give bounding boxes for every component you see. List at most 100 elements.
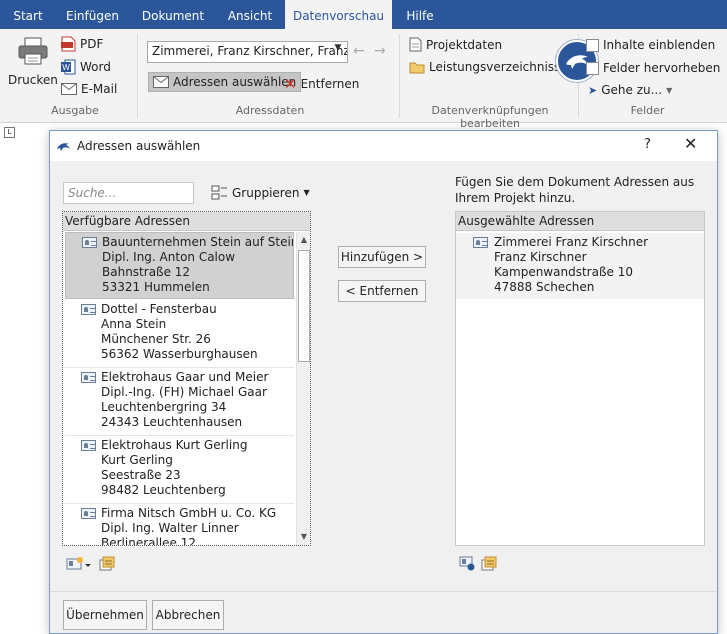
list-scrollbar[interactable]: ▲ ▼ (296, 232, 310, 545)
chevron-down-icon: ▼ (303, 188, 310, 197)
dialog-title: Adressen auswählen (77, 139, 201, 153)
group-label-ausgabe: Ausgabe (51, 104, 99, 117)
refresh-address-button[interactable] (459, 556, 475, 571)
ok-button[interactable]: Übernehmen (63, 600, 147, 630)
email-button[interactable]: E-Mail (61, 82, 117, 96)
contact-card-icon (81, 508, 96, 519)
item-line: Zimmerei Franz Kirschner (494, 235, 649, 249)
group-label-felder: Felder (630, 104, 665, 117)
selected-header: Ausgewählte Adressen (456, 212, 704, 231)
ribbon-tab-bar: Start Einfügen Dokument Ansicht Datenvor… (0, 0, 727, 29)
checkbox-hervorheben[interactable] (586, 61, 599, 75)
checkbox-inhalte[interactable] (586, 38, 599, 52)
arrow-right-icon: ➤ (588, 83, 598, 97)
tab-datenvorschau[interactable]: Datenvorschau (285, 0, 392, 29)
list-item[interactable]: Firma Nitsch GmbH u. Co. KG Dipl. Ing. W… (65, 504, 294, 545)
scroll-up-icon[interactable]: ▲ (298, 233, 310, 247)
item-line: Elektrohaus Kurt Gerling (101, 438, 248, 452)
selected-address-list[interactable]: Ausgewählte Adressen Zimmerei Franz Kirs… (455, 211, 705, 546)
available-items: Bauunternehmen Stein auf Stein... Dipl. … (63, 232, 295, 545)
back-arrow-icon[interactable]: ← (353, 43, 365, 59)
item-line: 98482 Leuchtenberg (101, 483, 226, 497)
contact-card-icon (81, 440, 96, 451)
print-button[interactable]: Drucken (8, 37, 58, 87)
email-label: E-Mail (81, 82, 118, 96)
projektdaten-label: Projektdaten (426, 37, 503, 52)
item-line: Kampenwandstraße 10 (494, 265, 633, 279)
list-item[interactable]: Bauunternehmen Stein auf Stein... Dipl. … (65, 232, 294, 299)
item-line: Firma Nitsch GmbH u. Co. KG (101, 506, 277, 520)
forward-arrow-icon[interactable]: → (374, 43, 386, 59)
chevron-down-icon: ▼ (666, 85, 673, 95)
group-button[interactable]: Gruppieren ▼ (211, 185, 310, 200)
felder-hervorheben-label: Felder hervorheben (603, 61, 721, 75)
add-contact-icon (66, 557, 91, 570)
felder-hervorheben-toggle[interactable]: Felder hervorheben (586, 61, 720, 75)
item-line: Dipl.-Ing. (FH) Michael Gaar (101, 385, 267, 399)
new-address-button[interactable] (66, 557, 92, 570)
item-line: 56362 Wasserburghausen (101, 347, 258, 361)
item-line: 47888 Schechen (494, 280, 595, 294)
leistungsverzeichnisse-label: Leistungsverzeichnisse (429, 60, 568, 74)
item-line: Dottel - Fensterbau (101, 302, 217, 316)
pdf-label: PDF (80, 37, 104, 51)
word-button[interactable]: W Word (61, 59, 111, 75)
item-line: 53321 Hummelen (102, 280, 210, 294)
tab-ansicht[interactable]: Ansicht (217, 0, 283, 29)
select-addresses-label: Adressen auswählen (173, 75, 297, 89)
folder-icon (409, 62, 425, 74)
scroll-down-icon[interactable]: ▼ (298, 530, 310, 544)
pdf-button[interactable]: PDF (61, 36, 103, 52)
address-combo[interactable]: Zimmerei, Franz Kirschner, Franz Kirschn… (147, 41, 348, 63)
remove-button[interactable]: < Entfernen (338, 280, 426, 302)
help-button[interactable]: ? (644, 137, 651, 152)
ruler-tab-selector[interactable]: L (4, 127, 15, 138)
printer-icon (18, 37, 48, 65)
available-header: Verfügbare Adressen (63, 212, 310, 231)
list-item[interactable]: Elektrohaus Kurt Gerling Kurt Gerling Se… (65, 436, 294, 504)
dialog-titlebar: Adressen auswählen ? ✕ (50, 131, 717, 161)
projektdaten-button[interactable]: Projektdaten (409, 37, 502, 52)
contact-card-icon (81, 304, 96, 315)
item-line: Elektrohaus Gaar und Meier (101, 370, 269, 384)
dialog-close-button[interactable]: ✕ (684, 134, 697, 153)
select-addresses-button[interactable]: Adressen auswählen (148, 72, 302, 92)
open-selected-book-button[interactable] (481, 556, 497, 571)
leistungsverzeichnisse-button[interactable]: Leistungsverzeichnisse (409, 60, 568, 74)
open-address-book-button[interactable] (99, 556, 115, 571)
tab-einfuegen[interactable]: Einfügen (56, 0, 129, 29)
scroll-thumb[interactable] (298, 250, 310, 362)
tab-hilfe[interactable]: Hilfe (392, 0, 448, 29)
item-line: Leuchtenbergring 34 (101, 400, 227, 414)
list-item[interactable]: Elektrohaus Gaar und Meier Dipl.-Ing. (F… (65, 368, 294, 436)
list-item[interactable]: Zimmerei Franz Kirschner Franz Kirschner… (456, 233, 704, 299)
intro-text: Fügen Sie dem Dokument Adressen aus Ihre… (455, 175, 695, 205)
pdf-icon (61, 36, 76, 52)
add-button[interactable]: Hinzufügen > (338, 246, 426, 268)
group-icon (211, 185, 227, 200)
tab-start[interactable]: Start (0, 0, 56, 29)
print-label: Drucken (8, 73, 58, 87)
item-line: Kurt Gerling (101, 453, 173, 467)
document-icon (409, 37, 422, 52)
address-book-icon (99, 556, 115, 571)
item-line: Franz Kirschner (494, 250, 587, 264)
tab-dokument[interactable]: Dokument (129, 0, 217, 29)
gehe-zu-button[interactable]: ➤ Gehe zu... ▼ (588, 83, 672, 97)
inhalte-einblenden-toggle[interactable]: Inhalte einblenden (586, 38, 715, 52)
dialog-footer: Übernehmen Abbrechen (50, 591, 717, 633)
contact-card-icon (81, 372, 96, 383)
svg-text:W: W (62, 63, 70, 72)
item-line: Münchener Str. 26 (101, 332, 211, 346)
address-dialog: Adressen auswählen ? ✕ Suche... Gruppier… (49, 130, 718, 634)
list-item[interactable]: Dottel - Fensterbau Anna Stein Münchener… (65, 300, 294, 368)
item-line: Berlinerallee 12 (101, 536, 197, 545)
group-separator (399, 34, 400, 118)
available-address-list[interactable]: Verfügbare Adressen Bauunternehmen Stein… (62, 211, 311, 546)
cancel-button[interactable]: Abbrechen (152, 600, 224, 630)
close-icon: ✕ (284, 75, 297, 93)
inhalte-einblenden-label: Inhalte einblenden (603, 38, 716, 52)
remove-address-button[interactable]: ✕ Entfernen (284, 75, 359, 93)
dolphin-icon (57, 143, 70, 151)
search-input[interactable]: Suche... (63, 182, 194, 204)
